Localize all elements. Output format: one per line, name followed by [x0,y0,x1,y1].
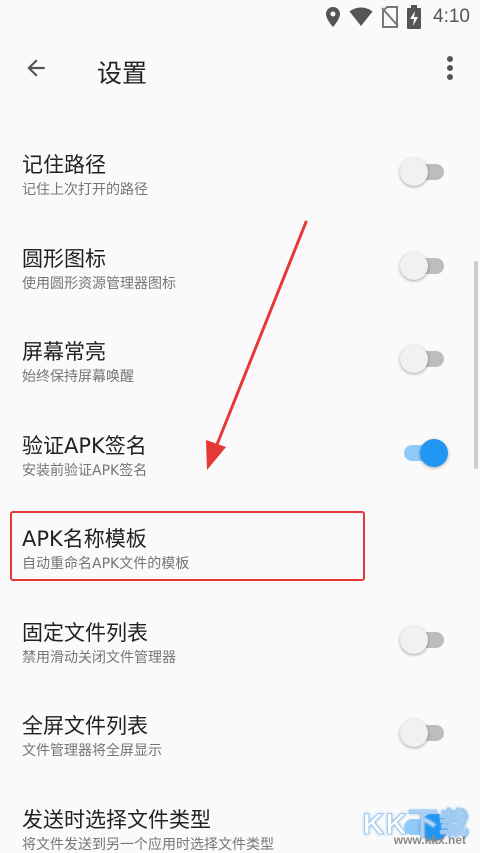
watermark: KK下载 www.kkx.net [358,799,476,851]
watermark-url: www.kkx.net [393,833,466,847]
annotation-arrow [206,220,308,470]
